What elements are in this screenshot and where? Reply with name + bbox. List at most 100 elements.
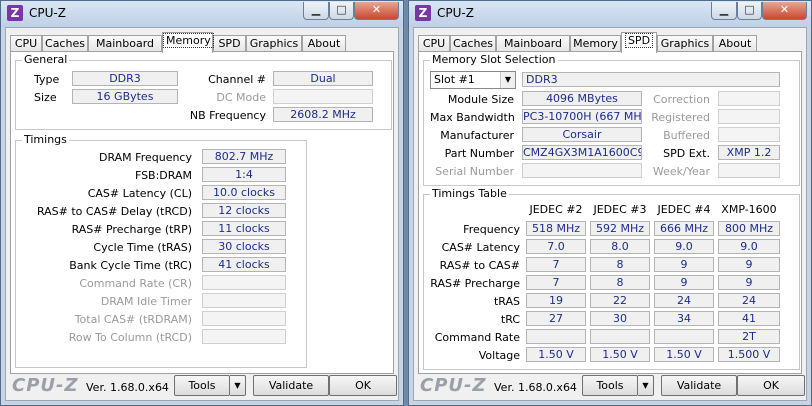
chevron-down-icon[interactable]: ▼ xyxy=(500,72,515,88)
version-label: Ver. 1.68.0.x64 xyxy=(494,381,577,394)
max-bandwidth-value: PC3-10700H (667 MHz) xyxy=(522,109,642,124)
memory-slot-group: Memory Slot Selection Slot #1 ▼ DDR3 Mod… xyxy=(423,53,800,186)
tab-spd[interactable]: SPD xyxy=(213,35,246,52)
maximize-button[interactable]: □ xyxy=(737,2,762,20)
column-header: JEDEC #4 xyxy=(657,203,711,216)
table-cell: 30 xyxy=(590,311,650,326)
validate-button[interactable]: Validate xyxy=(253,375,329,396)
table-cell: 9 xyxy=(654,275,714,290)
type-label: Type xyxy=(34,73,60,86)
tab-about[interactable]: About xyxy=(713,35,757,52)
channel-value: Dual xyxy=(273,71,373,86)
week-year-value xyxy=(718,163,780,178)
close-button[interactable]: ✕ xyxy=(354,2,399,20)
tras-label: tRAS xyxy=(493,295,520,308)
title-bar[interactable]: Z CPU-Z ▁ □ ✕ xyxy=(1,1,403,27)
slot-select-value: Slot #1 xyxy=(434,73,475,86)
tab-about[interactable]: About xyxy=(302,35,346,52)
ras-precharge-value: 11 clocks xyxy=(202,221,286,236)
dram-idle-timer-value xyxy=(202,293,286,308)
ras-to-cas-label: RAS# to CAS# xyxy=(439,259,520,272)
tab-cpu[interactable]: CPU xyxy=(10,35,42,52)
bank-cycle-time-value: 41 clocks xyxy=(202,257,286,272)
close-button[interactable]: ✕ xyxy=(762,2,807,20)
ras-precharge-label: RAS# Precharge xyxy=(430,277,520,290)
tab-caches[interactable]: Caches xyxy=(450,35,496,52)
minimize-button[interactable]: ▁ xyxy=(711,2,737,20)
timings-table-title: Timings Table xyxy=(430,187,509,200)
spd-ext-label: SPD Ext. xyxy=(663,147,710,160)
table-cell: 22 xyxy=(590,293,650,308)
week-year-label: Week/Year xyxy=(652,165,710,178)
tab-graphics[interactable]: Graphics xyxy=(246,35,302,52)
ras-to-cas-label: RAS# to CAS# Delay (tRCD) xyxy=(36,205,192,218)
tab-memory[interactable]: Memory xyxy=(570,35,621,52)
column-header: JEDEC #3 xyxy=(593,203,647,216)
tools-button[interactable]: Tools xyxy=(582,375,638,396)
table-cell: 592 MHz xyxy=(590,221,650,236)
table-cell: 2T xyxy=(718,329,780,344)
table-cell: 518 MHz xyxy=(526,221,586,236)
tools-dropdown-arrow-icon[interactable]: ▼ xyxy=(230,375,246,396)
cpuz-brand-logo: CPU-Z xyxy=(420,375,487,396)
validate-button[interactable]: Validate xyxy=(661,375,737,396)
general-group: General Type DDR3 Size 16 GBytes Channel… xyxy=(15,53,392,130)
table-cell: 7 xyxy=(526,275,586,290)
serial-number-label: Serial Number xyxy=(435,165,514,178)
slot-select[interactable]: Slot #1 ▼ xyxy=(430,71,516,89)
table-cell: 27 xyxy=(526,311,586,326)
ok-button[interactable]: OK xyxy=(737,375,805,396)
manufacturer-value: Corsair xyxy=(522,127,642,142)
tab-memory[interactable]: Memory xyxy=(162,32,214,53)
table-cell: 9.0 xyxy=(654,239,714,254)
dc-mode-label: DC Mode xyxy=(216,91,266,104)
cycle-time-label: Cycle Time (tRAS) xyxy=(93,241,192,254)
ras-precharge-label: RAS# Precharge (tRP) xyxy=(71,223,192,236)
fsb-dram-label: FSB:DRAM xyxy=(134,169,192,182)
minimize-button[interactable]: ▁ xyxy=(303,2,329,20)
table-cell xyxy=(590,329,650,344)
table-cell: 9 xyxy=(654,257,714,272)
manufacturer-label: Manufacturer xyxy=(440,129,514,142)
registered-label: Registered xyxy=(651,111,710,124)
nb-frequency-value: 2608.2 MHz xyxy=(273,107,373,122)
table-cell: 8 xyxy=(590,275,650,290)
cas-latency-label: CAS# Latency xyxy=(441,241,520,254)
title-bar[interactable]: Z CPU-Z ▁ □ ✕ xyxy=(409,1,811,27)
table-cell: 1.500 V xyxy=(718,347,780,362)
timings-table-group: Timings Table JEDEC #2 JEDEC #3 JEDEC #4… xyxy=(423,187,800,370)
table-cell: 8 xyxy=(590,257,650,272)
tools-dropdown-arrow-icon[interactable]: ▼ xyxy=(638,375,654,396)
size-value: 16 GBytes xyxy=(72,89,178,104)
general-title: General xyxy=(22,53,70,66)
table-cell: 24 xyxy=(718,293,780,308)
table-cell: 1.50 V xyxy=(654,347,714,362)
column-header: JEDEC #2 xyxy=(529,203,583,216)
cycle-time-value: 30 clocks xyxy=(202,239,286,254)
ok-button[interactable]: OK xyxy=(329,375,397,396)
nb-frequency-label: NB Frequency xyxy=(189,109,266,122)
tools-button[interactable]: Tools xyxy=(174,375,230,396)
cpuz-brand-logo: CPU-Z xyxy=(12,375,79,396)
table-cell: 34 xyxy=(654,311,714,326)
tab-caches[interactable]: Caches xyxy=(42,35,88,52)
tab-mainboard[interactable]: Mainboard xyxy=(88,35,162,52)
trc-label: tRC xyxy=(500,313,520,326)
tab-spd[interactable]: SPD xyxy=(621,32,657,53)
memory-panel: General Type DDR3 Size 16 GBytes Channel… xyxy=(10,51,394,374)
row-to-column-label: Row To Column (tRCD) xyxy=(68,331,192,344)
module-size-value: 4096 MBytes xyxy=(522,91,642,106)
module-size-label: Module Size xyxy=(447,93,514,106)
tab-cpu[interactable]: CPU xyxy=(418,35,450,52)
spd-panel: Memory Slot Selection Slot #1 ▼ DDR3 Mod… xyxy=(418,51,802,374)
total-cas-label: Total CAS# (tRDRAM) xyxy=(74,313,192,326)
maximize-button[interactable]: □ xyxy=(329,2,354,20)
tab-mainboard[interactable]: Mainboard xyxy=(496,35,570,52)
table-cell: 7 xyxy=(526,257,586,272)
version-label: Ver. 1.68.0.x64 xyxy=(86,381,169,394)
correction-value xyxy=(718,91,780,106)
tab-graphics[interactable]: Graphics xyxy=(657,35,713,52)
table-cell: 8.0 xyxy=(590,239,650,254)
table-cell: 7.0 xyxy=(526,239,586,254)
command-rate-value xyxy=(202,275,286,290)
